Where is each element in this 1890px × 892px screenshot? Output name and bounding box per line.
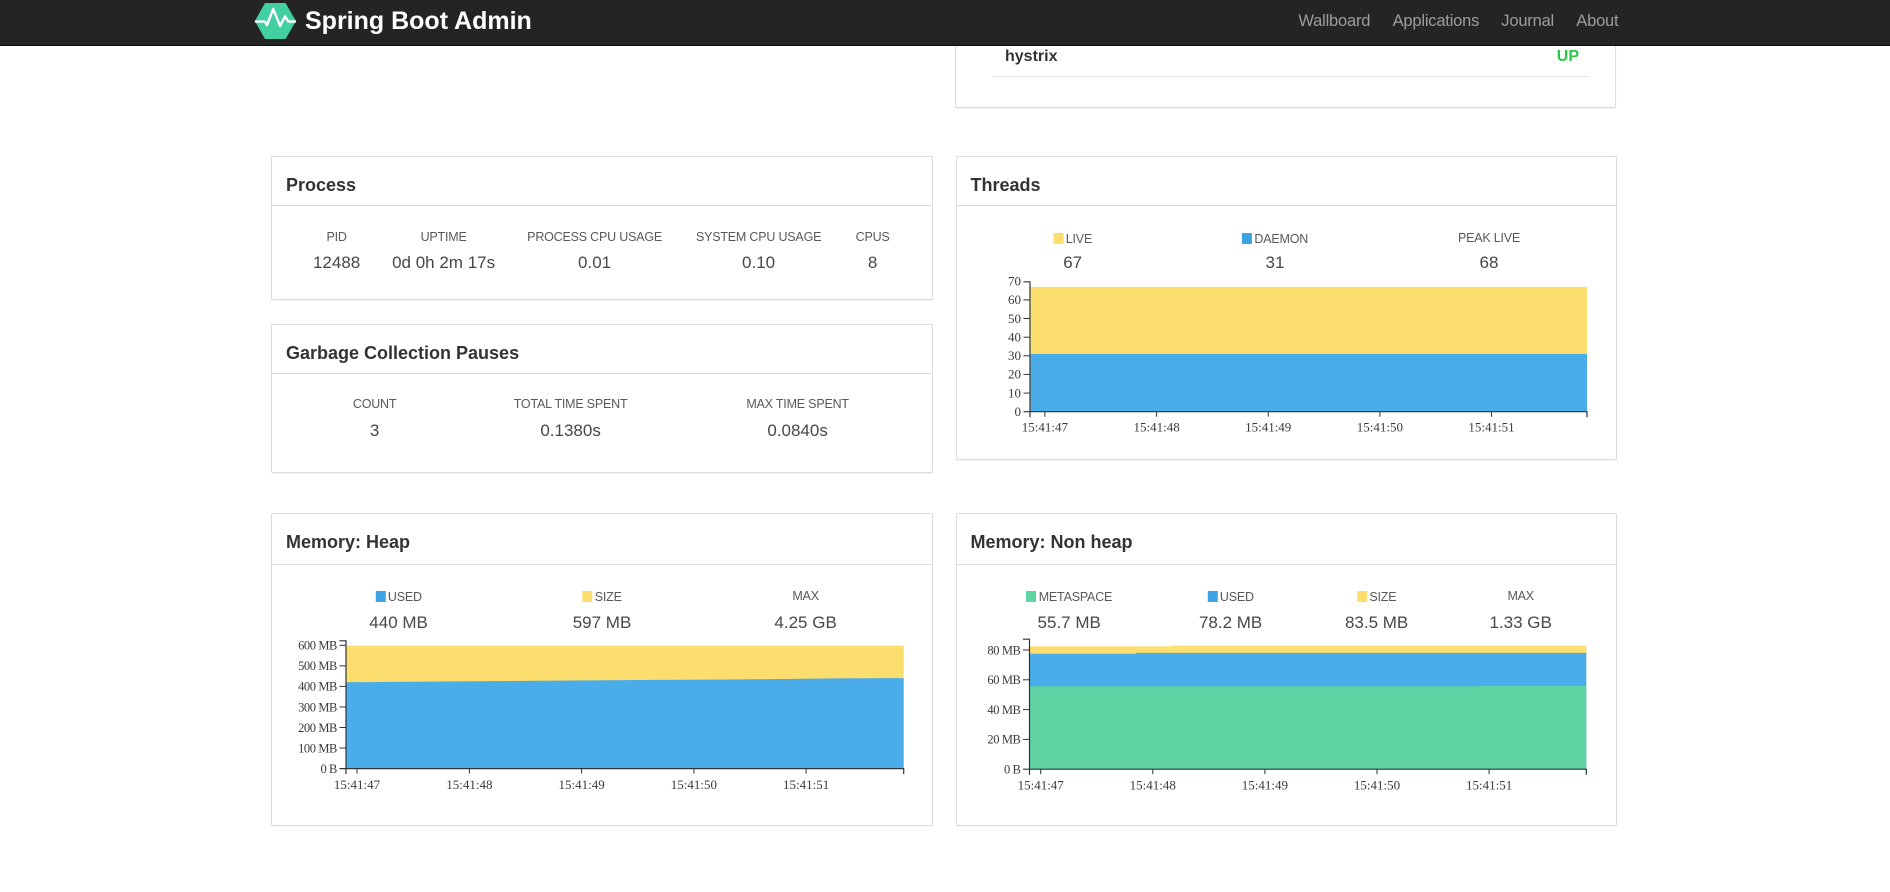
svg-text:20 MB: 20 MB — [987, 733, 1020, 747]
svg-text:30: 30 — [1008, 348, 1021, 363]
svg-text:15:41:47: 15:41:47 — [1018, 778, 1065, 793]
svg-text:0: 0 — [1015, 404, 1022, 419]
svg-text:600 MB: 600 MB — [298, 639, 337, 653]
svg-text:400 MB: 400 MB — [298, 680, 337, 694]
svg-text:15:41:50: 15:41:50 — [1354, 778, 1400, 793]
svg-text:50: 50 — [1008, 311, 1021, 326]
svg-text:15:41:51: 15:41:51 — [1466, 778, 1512, 793]
svg-text:15:41:47: 15:41:47 — [1022, 420, 1069, 435]
svg-text:20: 20 — [1008, 367, 1021, 382]
svg-text:15:41:47: 15:41:47 — [334, 777, 381, 792]
svg-text:15:41:50: 15:41:50 — [1357, 420, 1403, 435]
svg-text:15:41:49: 15:41:49 — [1242, 778, 1288, 793]
svg-text:0 B: 0 B — [1004, 763, 1021, 777]
svg-text:40 MB: 40 MB — [987, 703, 1020, 717]
svg-text:80 MB: 80 MB — [987, 643, 1020, 657]
svg-text:60: 60 — [1008, 292, 1021, 307]
svg-text:15:41:48: 15:41:48 — [1130, 778, 1176, 793]
svg-text:200 MB: 200 MB — [298, 721, 337, 735]
svg-text:70: 70 — [1008, 274, 1021, 289]
svg-text:15:41:48: 15:41:48 — [1133, 420, 1179, 435]
svg-text:100 MB: 100 MB — [298, 741, 337, 755]
svg-text:60 MB: 60 MB — [987, 673, 1020, 687]
svg-text:0 B: 0 B — [320, 762, 337, 776]
svg-text:15:41:51: 15:41:51 — [783, 777, 829, 792]
svg-text:40: 40 — [1008, 330, 1021, 345]
svg-text:15:41:50: 15:41:50 — [671, 777, 717, 792]
svg-text:15:41:51: 15:41:51 — [1468, 420, 1514, 435]
svg-text:15:41:49: 15:41:49 — [558, 777, 604, 792]
svg-text:15:41:48: 15:41:48 — [446, 777, 492, 792]
svg-text:10: 10 — [1008, 385, 1021, 400]
svg-text:500 MB: 500 MB — [298, 659, 337, 673]
svg-text:300 MB: 300 MB — [298, 700, 337, 714]
svg-text:15:41:49: 15:41:49 — [1245, 420, 1291, 435]
